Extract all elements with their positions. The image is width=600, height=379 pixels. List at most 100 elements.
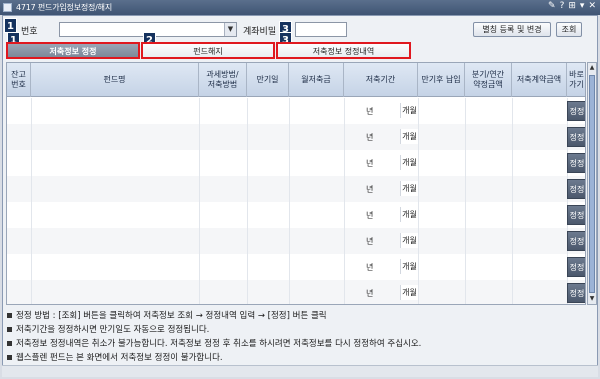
cell-divider: [418, 280, 419, 304]
cell-divider: [247, 280, 248, 304]
cell-divider: [465, 202, 466, 228]
bullet-icon: [7, 327, 12, 332]
cell-divider: [31, 150, 32, 176]
cell-divider: [289, 202, 290, 228]
row-edit-button[interactable]: 정정: [567, 179, 585, 199]
scroll-up-icon[interactable]: ▲: [588, 63, 596, 73]
table-row[interactable]: 년 개월 정정: [7, 176, 585, 202]
chevron-down-icon[interactable]: ▼: [224, 23, 236, 36]
menu-icon[interactable]: ▾: [580, 1, 585, 11]
alias-register-button[interactable]: 별칭 등록 및 변경: [473, 22, 551, 37]
cell-divider: [418, 98, 419, 124]
tab-savings-info-edit[interactable]: 저축정보 정정: [6, 42, 140, 59]
row-edit-button[interactable]: 정정: [567, 101, 585, 121]
note-text: 저축정보 정정내역은 취소가 불가능합니다. 저축정보 정정 후 취소를 하시려…: [16, 339, 422, 349]
month-field[interactable]: 개월: [400, 129, 418, 144]
vertical-scrollbar[interactable]: ▲ ▼: [587, 62, 597, 305]
month-field[interactable]: 개월: [400, 259, 418, 274]
cell-divider: [247, 228, 248, 254]
col-fund-name: 펀드명: [31, 63, 199, 97]
cell-divider: [31, 176, 32, 202]
month-field[interactable]: 개월: [400, 155, 418, 170]
year-label: 년: [366, 185, 374, 194]
close-icon[interactable]: ✕: [588, 1, 596, 11]
help-icon[interactable]: ?: [560, 1, 565, 11]
cell-divider: [344, 98, 345, 124]
year-label: 년: [366, 263, 374, 272]
search-row: 1 번호 ▼ 계좌비밀 3 별칭 등록 및 변경 조회: [3, 18, 597, 39]
col-shortcut: 바로 가기: [567, 63, 585, 97]
cell-divider: [418, 124, 419, 150]
table-row[interactable]: 년 개월 정정: [7, 254, 585, 280]
password-field[interactable]: [295, 22, 347, 37]
cell-divider: [344, 150, 345, 176]
bullet-icon: [7, 355, 12, 360]
cell-divider: [247, 150, 248, 176]
account-label: 번호: [21, 27, 38, 37]
status-bar: [2, 365, 598, 377]
layout-icon[interactable]: ⊞: [568, 1, 576, 11]
cell-divider: [199, 124, 200, 150]
cell-divider: [247, 202, 248, 228]
cell-divider: [418, 150, 419, 176]
pin-icon[interactable]: ✎: [548, 1, 556, 11]
row-edit-button[interactable]: 정정: [567, 257, 585, 277]
cell-divider: [465, 124, 466, 150]
scroll-down-icon[interactable]: ▼: [588, 294, 596, 304]
month-field[interactable]: 개월: [400, 181, 418, 196]
cell-divider: [465, 98, 466, 124]
cell-divider: [418, 228, 419, 254]
year-label: 년: [366, 159, 374, 168]
month-field[interactable]: 개월: [400, 285, 418, 300]
note-item: 저축기간을 정정하시면 만기일도 자동으로 정정됩니다.: [7, 323, 209, 335]
month-field[interactable]: 개월: [400, 233, 418, 248]
note-item: 저축정보 정정내역은 취소가 불가능합니다. 저축정보 정정 후 취소를 하시려…: [7, 337, 421, 349]
table-row[interactable]: 년 개월 정정: [7, 202, 585, 228]
window-controls: ✎ ? ⊞ ▾ ✕: [548, 1, 596, 11]
cell-divider: [31, 280, 32, 304]
cell-divider: [289, 124, 290, 150]
row-edit-button[interactable]: 정정: [567, 153, 585, 173]
tab-savings-edit-history[interactable]: 저축정보 정정내역: [276, 42, 411, 59]
tab-fund-cancel[interactable]: 펀드해지: [141, 42, 275, 59]
table-row[interactable]: 년 개월 정정: [7, 228, 585, 254]
year-label: 년: [366, 133, 374, 142]
row-edit-button[interactable]: 정정: [567, 127, 585, 147]
cell-divider: [418, 202, 419, 228]
row-edit-button[interactable]: 정정: [567, 231, 585, 251]
note-text: 웹스플렌 펀드는 본 화면에서 저축정보 정정이 불가합니다.: [16, 353, 223, 363]
cell-divider: [512, 202, 513, 228]
month-field[interactable]: 개월: [400, 103, 418, 118]
note-text: 정정 방법 : [조회] 버튼을 클릭하여 저축정보 조회 → 정정내역 입력 …: [16, 311, 327, 321]
col-maturity-date: 만기일: [247, 63, 289, 97]
cell-divider: [344, 254, 345, 280]
cell-divider: [465, 228, 466, 254]
password-label: 계좌비밀: [243, 27, 277, 37]
cell-divider: [199, 254, 200, 280]
col-quarterly-amount: 분기/연간 약정금액: [465, 63, 512, 97]
bullet-icon: [7, 341, 12, 346]
table-row[interactable]: 년 개월 정정: [7, 280, 585, 304]
cell-divider: [289, 150, 290, 176]
cell-divider: [289, 280, 290, 304]
row-edit-button[interactable]: 정정: [567, 283, 585, 303]
month-field[interactable]: 개월: [400, 207, 418, 222]
table-row[interactable]: 년 개월 정정: [7, 98, 585, 124]
cell-divider: [247, 124, 248, 150]
badge-1-small: 1: [4, 18, 17, 33]
year-label: 년: [366, 211, 374, 220]
table-row[interactable]: 년 개월 정정: [7, 124, 585, 150]
cell-divider: [512, 150, 513, 176]
col-tax-method: 과세방법/ 저축방법: [199, 63, 247, 97]
col-balance-no: 잔고 번호: [7, 63, 31, 97]
cell-divider: [199, 98, 200, 124]
row-edit-button[interactable]: 정정: [567, 205, 585, 225]
scroll-thumb[interactable]: [589, 75, 595, 293]
cell-divider: [512, 280, 513, 304]
table-row[interactable]: 년 개월 정정: [7, 150, 585, 176]
savings-grid: 잔고 번호 펀드명 과세방법/ 저축방법 만기일 월저축금 저축기간 만기후 납…: [6, 62, 586, 305]
cell-divider: [512, 124, 513, 150]
year-label: 년: [366, 289, 374, 298]
cell-divider: [512, 254, 513, 280]
query-button[interactable]: 조회: [556, 22, 582, 37]
